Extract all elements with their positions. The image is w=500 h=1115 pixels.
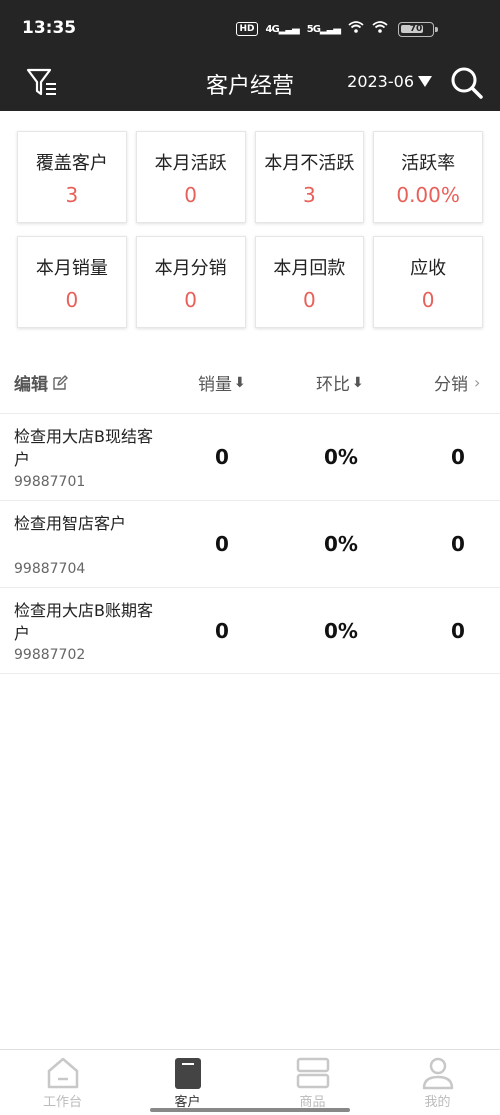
status-icons: HD 4G▂▃▄ 5G▂▃▄ xyxy=(236,20,388,38)
stats-row-1: 覆盖客户 3 本月活跃 0 本月不活跃 3 活跃率 0.00% xyxy=(17,131,483,223)
net2-label: 5G xyxy=(306,23,321,35)
stat-card-inactive[interactable]: 本月不活跃 3 xyxy=(254,131,365,223)
nav-item-customer[interactable]: 客户 xyxy=(125,1050,250,1115)
table-row[interactable]: 检查用大店B现结客户 99887701 0 0% 0 xyxy=(0,413,500,500)
customer-code: 99887701 xyxy=(14,474,86,490)
distribution-value: 0 xyxy=(451,619,465,643)
status-time: 13:35 xyxy=(22,18,77,38)
edit-icon xyxy=(53,374,68,390)
stat-label: 覆盖客户 xyxy=(35,153,108,174)
edit-button[interactable]: 编辑 xyxy=(14,370,68,395)
goods-icon xyxy=(296,1057,329,1089)
distribution-value: 0 xyxy=(451,532,465,556)
customer-code: 99887702 xyxy=(14,647,86,663)
table-header: 编辑 销量 ⬇ 环比 ⬇ 分销 › xyxy=(0,360,500,404)
top-bar: 13:35 HD 4G▂▃▄ 5G▂▃▄ 70 客户经营 2023-06 xyxy=(0,0,500,111)
stat-card-active-rate[interactable]: 活跃率 0.00% xyxy=(373,131,483,223)
stat-card-payment[interactable]: 本月回款 0 xyxy=(254,236,365,328)
stat-card-active[interactable]: 本月活跃 0 xyxy=(135,131,246,223)
mom-value: 0% xyxy=(324,445,358,469)
column-label: 销量 xyxy=(198,375,232,395)
caret-down-icon xyxy=(418,76,432,87)
home-icon xyxy=(47,1057,78,1089)
nav-item-workbench[interactable]: 工作台 xyxy=(0,1050,125,1115)
wifi-icon xyxy=(348,20,364,38)
home-indicator[interactable] xyxy=(150,1108,350,1112)
sales-value: 0 xyxy=(215,532,229,556)
column-sales-sort[interactable]: 销量 ⬇ xyxy=(198,370,246,396)
stat-label: 本月回款 xyxy=(273,258,346,279)
customer-name: 检查用大店B现结客户 xyxy=(14,427,153,469)
status-bar: 13:35 HD 4G▂▃▄ 5G▂▃▄ 70 xyxy=(0,0,500,56)
distribution-value: 0 xyxy=(451,445,465,469)
page: 13:35 HD 4G▂▃▄ 5G▂▃▄ 70 客户经营 2023-06 覆盖客… xyxy=(0,0,500,1115)
signal-4g-icon: 4G▂▃▄ xyxy=(265,23,300,35)
stat-value: 0 xyxy=(303,288,316,312)
stat-label: 活跃率 xyxy=(401,153,456,174)
battery-icon: 70 xyxy=(398,22,438,37)
nav-item-goods[interactable]: 商品 xyxy=(250,1050,375,1115)
stat-card-distribution[interactable]: 本月分销 0 xyxy=(135,236,246,328)
stat-value: 3 xyxy=(303,183,316,207)
app-header: 客户经营 2023-06 xyxy=(0,56,500,111)
nav-label: 工作台 xyxy=(42,1095,82,1110)
stat-label: 本月分销 xyxy=(154,258,227,279)
sales-value: 0 xyxy=(215,619,229,643)
stat-card-covered[interactable]: 覆盖客户 3 xyxy=(17,131,127,223)
stat-label: 本月销量 xyxy=(35,258,108,279)
signal-5g-icon: 5G▂▃▄ xyxy=(306,23,341,35)
table-row[interactable]: 检查用大店B账期客户 99887702 0 0% 0 xyxy=(0,587,500,674)
stat-label: 本月活跃 xyxy=(154,153,227,174)
customer-name: 检查用智店客户 xyxy=(14,514,127,533)
column-label: 环比 xyxy=(316,375,350,395)
mom-value: 0% xyxy=(324,532,358,556)
column-mom-sort[interactable]: 环比 ⬇ xyxy=(316,370,364,396)
stat-card-receivable[interactable]: 应收 0 xyxy=(373,236,483,328)
month-label: 2023-06 xyxy=(347,72,414,91)
stat-value: 0 xyxy=(65,288,79,312)
stat-label: 本月不活跃 xyxy=(264,153,355,174)
stat-value: 3 xyxy=(65,183,79,207)
mom-value: 0% xyxy=(324,619,358,643)
customer-name: 检查用大店B账期客户 xyxy=(14,601,153,643)
arrow-down-icon: ⬇ xyxy=(352,374,364,391)
column-label: 分销 xyxy=(434,375,468,395)
stat-value: 0 xyxy=(184,288,197,312)
customer-code: 99887704 xyxy=(14,561,86,577)
stat-label: 应收 xyxy=(410,258,447,279)
chevron-right-icon[interactable]: › xyxy=(474,373,480,392)
nav-item-profile[interactable]: 我的 xyxy=(375,1050,500,1115)
search-icon[interactable] xyxy=(448,64,486,102)
edit-label: 编辑 xyxy=(14,375,48,395)
profile-icon xyxy=(422,1057,453,1090)
table-row[interactable]: 检查用智店客户 99887704 0 0% 0 xyxy=(0,500,500,587)
stat-value: 0 xyxy=(421,288,435,312)
stat-value: 0 xyxy=(184,183,197,207)
stats-row-2: 本月销量 0 本月分销 0 本月回款 0 应收 0 xyxy=(17,236,483,328)
arrow-down-icon: ⬇ xyxy=(234,374,246,391)
customer-icon xyxy=(174,1058,201,1089)
month-selector[interactable]: 2023-06 xyxy=(347,72,432,91)
stats-grid: 覆盖客户 3 本月活跃 0 本月不活跃 3 活跃率 0.00% 本月销量 0 本 xyxy=(17,131,483,341)
stat-value: 0.00% xyxy=(396,183,460,207)
column-distribution[interactable]: 分销 › xyxy=(434,370,480,395)
customer-list: 检查用大店B现结客户 99887701 0 0% 0 检查用智店客户 99887… xyxy=(0,413,500,674)
hd-badge: HD xyxy=(236,22,258,36)
net1-label: 4G xyxy=(265,23,280,35)
stat-card-sales[interactable]: 本月销量 0 xyxy=(17,236,127,328)
battery-level: 70 xyxy=(409,24,423,34)
bottom-nav: 工作台 客户 商品 我的 xyxy=(0,1049,500,1115)
sales-value: 0 xyxy=(215,445,229,469)
wifi-icon-2 xyxy=(372,20,388,38)
nav-label: 我的 xyxy=(424,1095,451,1110)
